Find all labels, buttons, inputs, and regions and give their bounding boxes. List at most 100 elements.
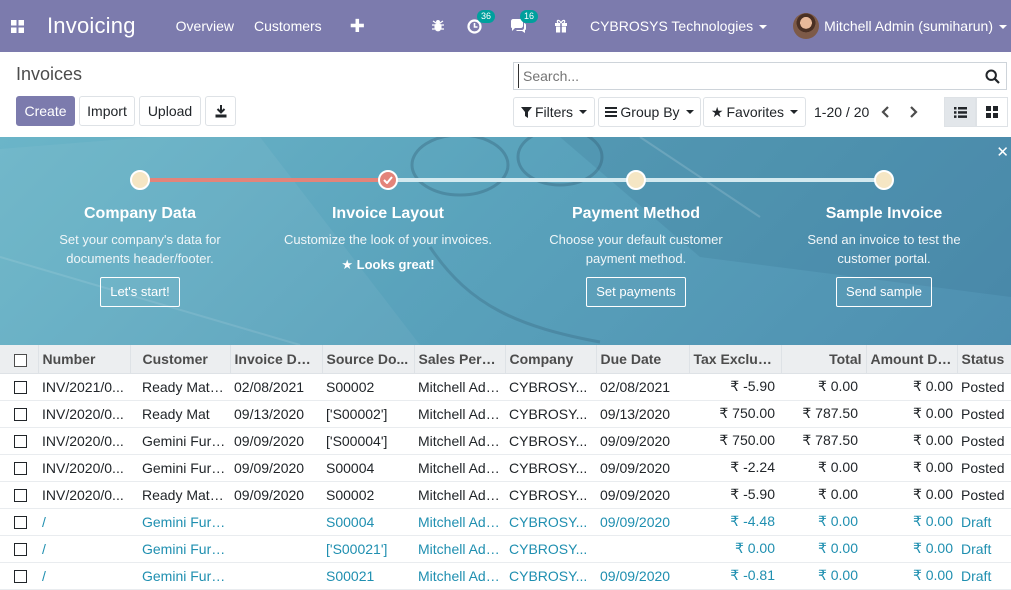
cell-total: ₹ 787.50 [781, 400, 866, 428]
step-payment-method: Payment Method Choose your default custo… [516, 205, 756, 307]
column-header-number[interactable]: Number [37, 345, 130, 374]
cell-invoice-date: 09/13/2020 [230, 400, 322, 428]
cell-status: Draft [957, 535, 1011, 563]
column-header-source-document[interactable]: Source Do... [321, 345, 414, 374]
send-sample-button[interactable]: Send sample [836, 277, 932, 307]
table-row[interactable]: INV/2020/0... Ready Mat 09/13/2020 ['S00002… [0, 400, 1011, 428]
company-switcher[interactable]: CYBROSYS Technologies [590, 18, 768, 34]
messages-chat-icon[interactable]: 16 [510, 10, 538, 33]
pager-next-icon[interactable] [902, 100, 924, 124]
cell-salesperson: Mitchell Admin [414, 508, 505, 536]
column-header-company[interactable]: Company [504, 345, 596, 374]
column-header-amount-due[interactable]: Amount Du... [865, 345, 957, 374]
cell-amount-due: ₹ 0.00 [866, 400, 957, 428]
favorites-label: Favorites [726, 104, 785, 120]
invoice-table: Number Customer Invoice Dat... Source Do… [0, 345, 1011, 590]
create-button[interactable]: Create [16, 96, 75, 126]
add-menu-icon[interactable]: ✚ [350, 16, 365, 37]
select-all-checkbox[interactable] [0, 345, 38, 374]
close-banner-icon[interactable]: ✕ [996, 143, 1009, 161]
step-company-data: Company Data Set your company's data for… [20, 205, 260, 307]
table-row[interactable]: / Gemini Furn... S00021 Mitchell Admin CYBRO… [0, 562, 1011, 590]
search-input[interactable] [518, 64, 978, 88]
step-dot-company-data [130, 170, 150, 190]
cell-company: CYBROSY... [505, 535, 596, 563]
table-row[interactable]: INV/2020/0... Gemini Furn... 09/09/2020 S00… [0, 454, 1011, 482]
cell-status: Posted [957, 481, 1011, 509]
column-header-salesperson[interactable]: Sales Pers... [413, 345, 505, 374]
menu-overview[interactable]: Overview [176, 18, 234, 34]
table-row[interactable]: INV/2020/0... Ready Mat, ... 09/09/2020 S00… [0, 481, 1011, 509]
step-description: Choose your default customer [549, 232, 723, 247]
row-checkbox[interactable] [0, 454, 38, 482]
column-header-status[interactable]: Status [956, 345, 1011, 374]
list-view-icon[interactable] [944, 97, 976, 127]
user-menu[interactable]: Mitchell Admin (sumiharun) [824, 18, 1007, 34]
filters-dropdown[interactable]: Filters [513, 97, 595, 127]
checkmark-icon [383, 176, 393, 184]
cell-customer: Ready Mat, ... [130, 373, 230, 401]
table-row[interactable]: INV/2021/0... Ready Mat, ... 02/08/2021 S00… [0, 373, 1011, 401]
column-header-customer[interactable]: Customer [129, 345, 230, 374]
activity-count-badge: 36 [476, 9, 495, 23]
column-header-total[interactable]: Total [780, 345, 866, 374]
activity-clock-icon[interactable]: 36 [467, 9, 495, 34]
cell-company: CYBROSY... [505, 373, 596, 401]
cell-tax-excluded: ₹ 0.00 [689, 535, 781, 563]
pager-previous-icon[interactable] [874, 100, 896, 124]
pager-value[interactable]: 1-20 / 20 [814, 104, 869, 120]
cell-status: Posted [957, 427, 1011, 455]
cell-total: ₹ 0.00 [781, 508, 866, 536]
app-title[interactable]: Invoicing [47, 13, 136, 39]
group-by-label: Group By [620, 104, 680, 120]
step-description: Set your company's data for [59, 232, 221, 247]
row-checkbox[interactable] [0, 481, 38, 509]
search-bar [513, 62, 1007, 90]
table-row[interactable]: / Gemini Furn... S00004 Mitchell Admin CYBRO… [0, 508, 1011, 536]
set-payments-button[interactable]: Set payments [586, 277, 686, 307]
cell-source-document: ['S00002'] [322, 400, 414, 428]
gift-icon[interactable] [554, 19, 568, 33]
row-checkbox[interactable] [0, 373, 38, 401]
cell-company: CYBROSY... [505, 454, 596, 482]
group-by-dropdown[interactable]: Group By [598, 97, 701, 127]
column-header-invoice-date[interactable]: Invoice Dat... [229, 345, 322, 374]
cell-due-date: 09/09/2020 [596, 481, 689, 509]
apps-menu-icon[interactable] [0, 0, 34, 52]
upload-button[interactable]: Upload [139, 96, 201, 126]
import-button[interactable]: Import [79, 96, 135, 126]
kanban-view-icon[interactable] [976, 97, 1008, 127]
cell-customer: Ready Mat, ... [130, 481, 230, 509]
cell-number: INV/2021/0... [38, 373, 130, 401]
menu-customers[interactable]: Customers [254, 18, 322, 34]
row-checkbox[interactable] [0, 427, 38, 455]
row-checkbox[interactable] [0, 508, 38, 536]
step-dot-invoice-layout [378, 170, 398, 190]
row-checkbox[interactable] [0, 535, 38, 563]
table-row[interactable]: / Gemini Furn... ['S00021'] Mitchell Admin C… [0, 535, 1011, 563]
download-button[interactable] [205, 96, 236, 126]
table-row[interactable]: INV/2020/0... Gemini Furn... 09/09/2020 ['S… [0, 427, 1011, 455]
debug-bug-icon[interactable] [431, 19, 445, 33]
cell-customer: Gemini Furn... [130, 535, 230, 563]
favorites-dropdown[interactable]: ★ Favorites [703, 97, 806, 127]
cell-salesperson: Mitchell Admin [414, 535, 505, 563]
row-checkbox[interactable] [0, 400, 38, 428]
user-avatar[interactable] [793, 13, 820, 39]
step-title: Payment Method [571, 205, 700, 222]
column-header-tax-excluded[interactable]: Tax Exclud... [688, 345, 781, 374]
cell-customer: Gemini Furn... [130, 562, 230, 590]
cell-due-date: 09/09/2020 [596, 508, 689, 536]
cell-number: / [38, 508, 130, 536]
step-dot-sample-invoice [874, 170, 894, 190]
user-name: Mitchell Admin (sumiharun) [824, 18, 993, 34]
cell-due-date: 02/08/2021 [596, 373, 689, 401]
lets-start-button[interactable]: Let's start! [100, 277, 180, 307]
row-checkbox[interactable] [0, 562, 38, 590]
search-icon[interactable] [978, 69, 1006, 84]
column-header-due-date[interactable]: Due Date [595, 345, 689, 374]
cell-amount-due: ₹ 0.00 [866, 562, 957, 590]
top-navbar: Invoicing Overview Customers ✚ 36 16 CYB… [0, 0, 1011, 52]
step-description: payment method. [585, 251, 687, 266]
step-description: documents header/footer. [66, 251, 214, 266]
